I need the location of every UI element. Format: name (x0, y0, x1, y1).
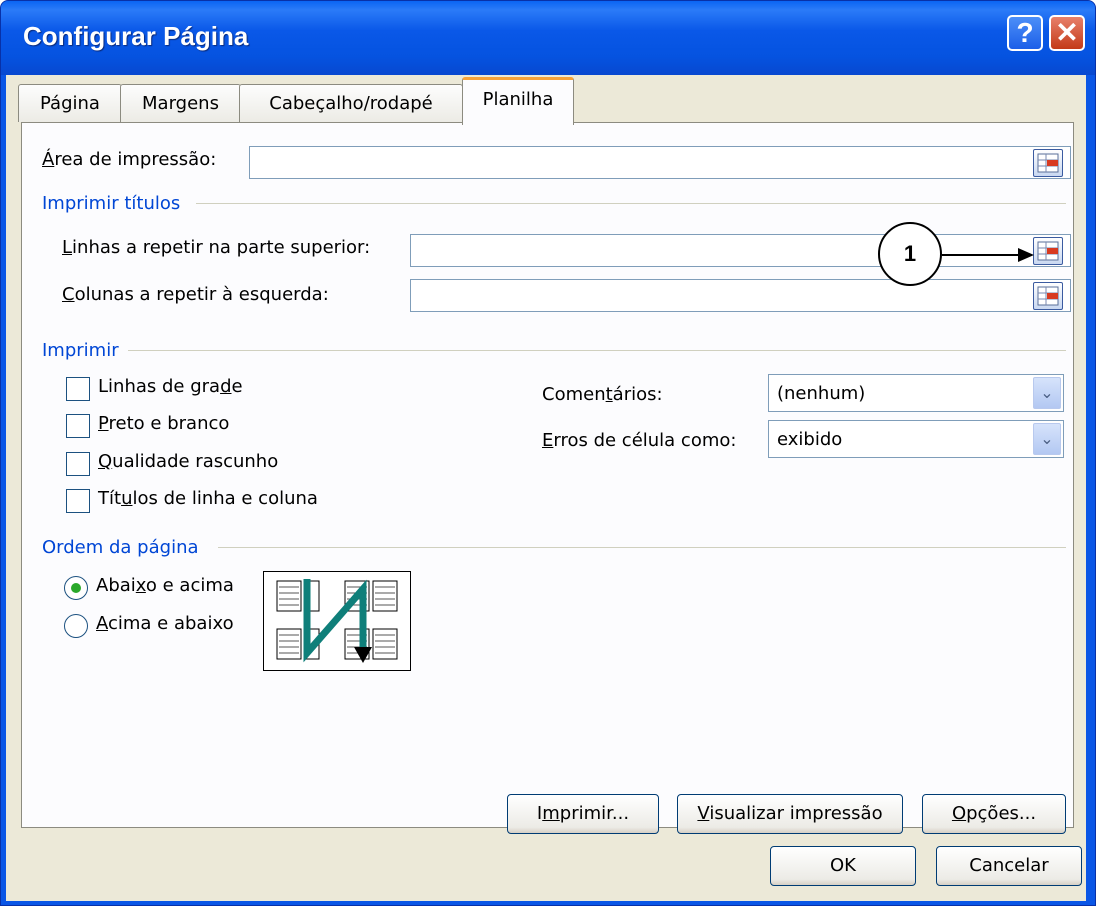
print-divider (128, 350, 1066, 351)
page-order-group-label: Ordem da página (42, 537, 199, 558)
cols-repeat-range-button[interactable] (1033, 282, 1063, 310)
range-select-icon (1037, 241, 1059, 261)
close-button[interactable]: ✕ (1049, 15, 1085, 51)
range-select-icon (1037, 286, 1059, 306)
callout-marker: 1 (878, 222, 942, 286)
ok-button[interactable]: OK (770, 846, 916, 886)
draft-quality-label: Qualidade rascunho (98, 451, 279, 472)
gridlines-checkbox[interactable] (66, 377, 90, 401)
rows-repeat-label: Linhas a repetir na parte superior: (62, 237, 371, 258)
cancel-button[interactable]: Cancelar (936, 846, 1082, 886)
row-col-headings-label: Títulos de linha e coluna (98, 488, 318, 509)
radio-selected-dot (71, 583, 81, 593)
tab-planilha[interactable]: Planilha (462, 77, 574, 125)
over-then-down-radio[interactable] (64, 614, 88, 638)
tab-pagina[interactable]: Página (18, 84, 122, 122)
planilha-panel: Área de impressão: Imprimir títulos Linh… (21, 122, 1074, 834)
cols-repeat-field[interactable] (410, 279, 1071, 312)
gridlines-label: Linhas de grade (98, 376, 243, 397)
comments-select[interactable]: (nenhum) ⌄ (768, 374, 1064, 412)
comments-select-value: (nenhum) (777, 383, 866, 404)
down-then-over-label: Abaixo e acima (96, 575, 234, 596)
range-select-icon (1037, 153, 1059, 173)
dialog-body: Página Margens Cabeçalho/rodapé Planilha… (6, 75, 1086, 901)
tab-strip: Página Margens Cabeçalho/rodapé Planilha (6, 75, 1086, 125)
page-setup-dialog: Configurar Página ? ✕ Página Margens Cab… (0, 0, 1096, 906)
page-order-diagram-icon (263, 571, 411, 671)
cell-errors-label: Erros de célula como: (542, 430, 737, 451)
cols-repeat-label: Colunas a repetir à esquerda: (62, 284, 329, 305)
print-titles-group-label: Imprimir títulos (42, 193, 181, 214)
options-button[interactable]: Opções... (922, 794, 1066, 834)
print-titles-divider (196, 203, 1066, 204)
over-then-down-label: Acima e abaixo (96, 613, 234, 634)
rows-repeat-range-button[interactable] (1033, 237, 1063, 265)
help-button[interactable]: ? (1007, 15, 1043, 51)
cell-errors-select[interactable]: exibido ⌄ (768, 420, 1064, 458)
chevron-down-icon[interactable]: ⌄ (1033, 423, 1061, 455)
page-order-divider (218, 547, 1066, 548)
title-bar[interactable]: Configurar Página ? ✕ (1, 1, 1095, 75)
print-area-field[interactable] (249, 146, 1071, 179)
draft-quality-checkbox[interactable] (66, 452, 90, 476)
print-area-range-button[interactable] (1033, 149, 1063, 177)
cell-errors-select-value: exibido (777, 429, 843, 450)
chevron-down-icon[interactable]: ⌄ (1033, 377, 1061, 409)
callout-arrow (942, 248, 1034, 262)
row-col-headings-checkbox[interactable] (66, 489, 90, 513)
print-group-label: Imprimir (42, 340, 119, 361)
window-title: Configurar Página (23, 21, 249, 51)
comments-label: Comentários: (542, 384, 663, 405)
print-button[interactable]: Imprimir... (507, 794, 659, 834)
black-white-checkbox[interactable] (66, 414, 90, 438)
black-white-label: Preto e branco (98, 413, 230, 434)
tab-cabecalho-rodape[interactable]: Cabeçalho/rodapé (239, 84, 463, 122)
print-preview-button[interactable]: Visualizar impressão (677, 794, 903, 834)
print-area-label: Área de impressão: (42, 149, 217, 170)
down-then-over-radio[interactable] (64, 576, 88, 600)
tab-margens[interactable]: Margens (120, 84, 241, 122)
